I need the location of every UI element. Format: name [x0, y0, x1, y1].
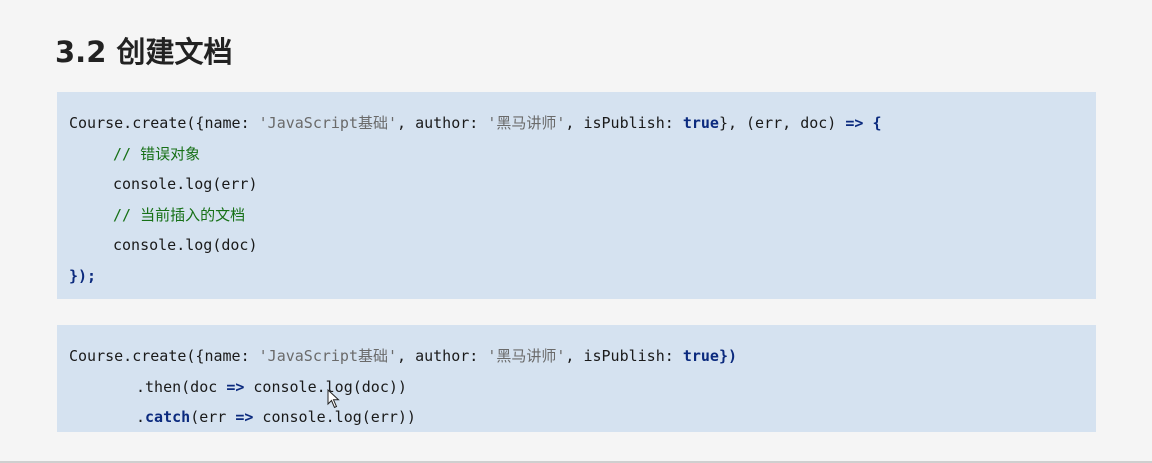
code-line: Course.create({name: 'JavaScript基础', aut… — [57, 108, 1096, 139]
code-keyword: catch — [145, 408, 191, 427]
code-text: Course.create({name: — [69, 347, 259, 365]
code-text: (err — [190, 408, 236, 427]
code-line: Course.create({name: 'JavaScript基础', aut… — [57, 341, 1096, 372]
code-text: , author: — [397, 114, 488, 132]
code-text: . — [136, 408, 146, 427]
code-string: '黑马讲师' — [487, 347, 566, 365]
code-arrow: => — [235, 408, 254, 427]
code-arrow: => — [226, 377, 245, 396]
code-text: .then(doc — [136, 377, 227, 396]
code-text: console.log(doc) — [113, 236, 258, 255]
code-text: }, (err, doc) — [718, 114, 846, 132]
code-line: .then(doc => console.log(doc)) — [57, 372, 1096, 403]
code-text: , isPublish: — [565, 114, 683, 132]
code-string: 'JavaScript基础' — [258, 347, 398, 365]
code-text: console.log(doc)) — [244, 377, 407, 396]
code-arrow: => — [845, 114, 864, 132]
code-text: Course.create({name: — [69, 114, 259, 132]
code-comment: // 错误对象 — [113, 144, 201, 163]
code-closing: }) — [718, 347, 737, 365]
code-line: }); — [57, 261, 1096, 292]
mouse-pointer-icon — [327, 389, 340, 409]
slide-title: 3.2 创建文档 — [55, 35, 233, 69]
code-line: // 错误对象 — [57, 139, 1096, 170]
code-text: console.log(err) — [113, 175, 258, 194]
code-string: 'JavaScript基础' — [258, 114, 398, 132]
code-closing: }); — [69, 266, 97, 285]
code-text: console.log(err)) — [253, 408, 416, 427]
code-block-callback: Course.create({name: 'JavaScript基础', aut… — [57, 92, 1096, 299]
code-text: , isPublish: — [565, 347, 683, 365]
code-block-promise: Course.create({name: 'JavaScript基础', aut… — [57, 325, 1096, 432]
code-string: '黑马讲师' — [487, 114, 566, 132]
code-comment: // 当前插入的文档 — [113, 205, 246, 224]
code-line: console.log(err) — [57, 169, 1096, 200]
code-line: console.log(doc) — [57, 230, 1096, 261]
code-keyword: true — [682, 347, 719, 365]
code-line: // 当前插入的文档 — [57, 200, 1096, 231]
code-line: .catch(err => console.log(err)) — [57, 402, 1096, 433]
code-brace: { — [863, 114, 882, 132]
code-text: , author: — [397, 347, 488, 365]
code-keyword: true — [682, 114, 719, 132]
